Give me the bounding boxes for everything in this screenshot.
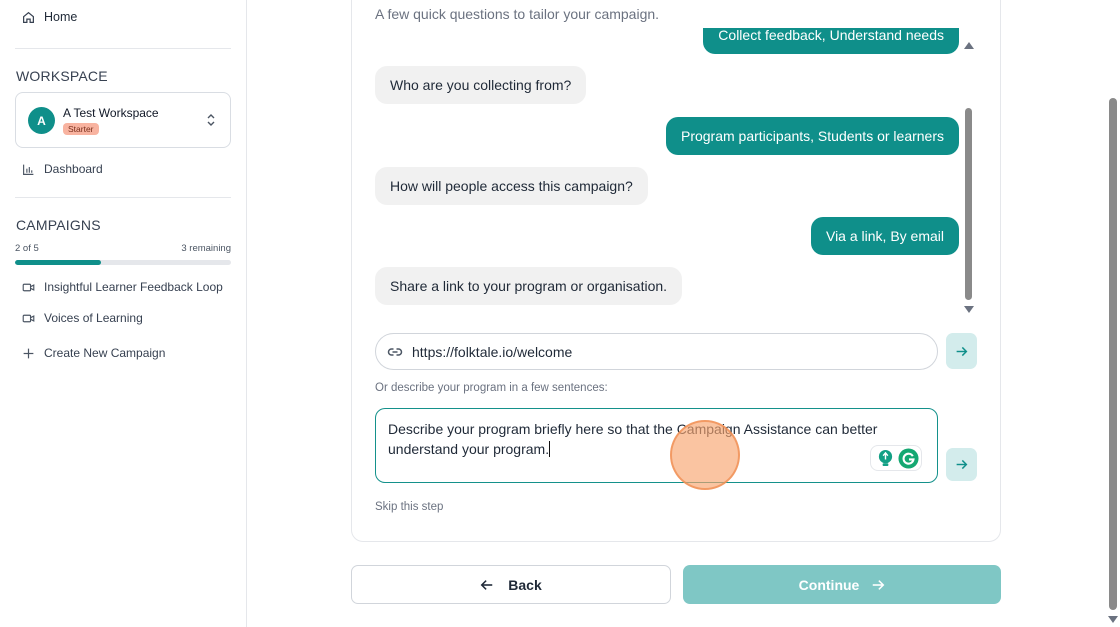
program-url-value: https://folktale.io/welcome [412, 343, 573, 360]
lightbulb-icon [878, 450, 893, 467]
plan-badge: Starter [63, 123, 99, 135]
continue-button-label: Continue [798, 576, 860, 593]
chat-message-bot: Share a link to your program or organisa… [375, 267, 683, 305]
arrow-right-icon [956, 459, 968, 470]
click-indicator [670, 420, 740, 490]
chat-message-bot: How will people access this campaign? [375, 167, 648, 205]
campaign-item-insightful-learner-feedback-loop[interactable]: Insightful Learner Feedback Loop [22, 280, 223, 294]
arrow-right-icon [956, 346, 968, 356]
page-scrollbar[interactable] [1106, 0, 1120, 627]
campaign-usage-remaining: 3 remaining [181, 243, 231, 254]
scroll-up-arrow-icon[interactable] [964, 42, 974, 49]
chat-message-user: Program participants, Students or learne… [665, 117, 959, 155]
nav-dashboard[interactable]: Dashboard [22, 162, 103, 176]
campaign-usage-fill [15, 260, 102, 265]
home-icon [23, 11, 34, 23]
chat-message-user: Collect feedback, Understand needs [703, 28, 959, 54]
video-icon [22, 314, 35, 322]
back-button-label: Back [508, 576, 542, 593]
grammarly-widget[interactable] [870, 445, 922, 471]
create-campaign-label: Create New Campaign [44, 346, 166, 360]
campaign-usage-bar [15, 260, 231, 265]
grammarly-icon [898, 448, 919, 469]
divider [15, 197, 231, 198]
workspace-switcher[interactable]: A A Test Workspace Starter [15, 92, 231, 148]
workspace-name: A Test Workspace [63, 106, 159, 120]
program-url-input[interactable]: https://folktale.io/welcome [375, 333, 938, 370]
scroll-down-arrow-icon[interactable] [1108, 616, 1118, 623]
submit-url-button[interactable] [946, 333, 977, 369]
page-subtitle: A few quick questions to tailor your cam… [375, 6, 660, 22]
arrow-right-icon [873, 579, 885, 590]
nav-home[interactable]: Home [22, 10, 77, 24]
sidebar: Home WORKSPACE A A Test Workspace Starte… [0, 0, 247, 627]
page-scroll-thumb[interactable] [1109, 98, 1117, 610]
nav-home-label: Home [44, 10, 78, 24]
campaign-item-voices-of-learning[interactable]: Voices of Learning [22, 311, 143, 325]
chevron-updown-icon [207, 114, 215, 126]
program-description-textarea[interactable]: Describe your program briefly here so th… [375, 408, 938, 483]
link-icon [387, 347, 403, 356]
chat-message-user: Via a link, By email [810, 217, 959, 255]
chat-scroll-thumb[interactable] [965, 108, 972, 300]
campaign-item-label: Insightful Learner Feedback Loop [44, 280, 223, 294]
video-icon [22, 283, 35, 291]
describe-program-hint: Or describe your program in a few senten… [375, 382, 608, 394]
skip-step-link[interactable]: Skip this step [375, 501, 443, 513]
submit-description-button[interactable] [946, 448, 977, 481]
back-button[interactable]: Back [351, 565, 671, 604]
scroll-down-arrow-icon[interactable] [964, 306, 974, 313]
arrow-left-icon [480, 579, 493, 590]
campaigns-heading: CAMPAIGNS [16, 217, 101, 233]
text-caret [549, 441, 551, 457]
chat-scrollbar[interactable] [963, 40, 975, 315]
workspace-heading: WORKSPACE [16, 68, 108, 84]
nav-dashboard-label: Dashboard [44, 162, 103, 176]
plus-icon [23, 348, 34, 358]
program-description-value: Describe your program briefly here so th… [388, 421, 878, 457]
campaign-item-label: Voices of Learning [44, 311, 143, 325]
workspace-avatar: A [28, 107, 55, 134]
create-campaign-button[interactable]: Create New Campaign [22, 346, 165, 360]
continue-button[interactable]: Continue [683, 565, 1001, 604]
chat-thread[interactable]: Collect feedback, Understand needs Who a… [375, 28, 960, 320]
campaign-usage: 2 of 5 3 remaining [15, 243, 231, 254]
campaign-usage-count: 2 of 5 [15, 243, 39, 254]
chat-message-bot: Who are you collecting from? [375, 66, 587, 104]
bar-chart-icon [23, 164, 34, 175]
divider [15, 48, 231, 49]
